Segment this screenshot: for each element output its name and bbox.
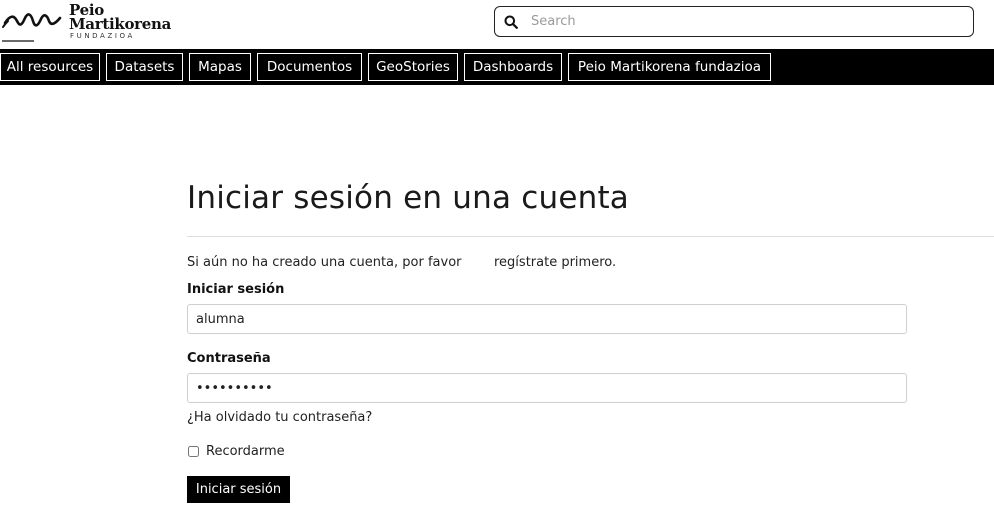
username-field[interactable] [187,304,907,334]
brand-logo[interactable]: Peio Martikorena FUNDAZIOA [0,1,172,43]
search-icon[interactable] [504,15,518,29]
nav-item-mapas[interactable]: Mapas [189,53,251,81]
signature-wave-icon [2,13,62,42]
title-divider [187,236,994,237]
search-input[interactable] [531,10,961,33]
nav-item-peio-martikorena-fundazioa[interactable]: Peio Martikorena fundazioa [568,53,771,81]
password-field[interactable] [187,373,907,403]
search-box [494,6,974,37]
site-header: Peio Martikorena FUNDAZIOA [0,0,994,48]
nav-item-all-resources[interactable]: All resources [0,53,100,81]
nav-item-documentos[interactable]: Documentos [257,53,362,81]
signup-intro-text: Si aún no ha creado una cuenta, por favo… [187,255,462,270]
nav-item-datasets[interactable]: Datasets [106,53,183,81]
nav-item-dashboards[interactable]: Dashboards [464,53,562,81]
page-title: Iniciar sesión en una cuenta [187,180,629,216]
nav-item-geostories[interactable]: GeoStories [368,53,458,81]
username-label: Iniciar sesión [187,282,285,297]
remember-me-checkbox[interactable] [188,446,199,457]
remember-me-label[interactable]: Recordarme [206,444,285,459]
brand-name-line2: Martikorena [69,15,172,33]
forgot-password-link[interactable]: ¿Ha olvidado tu contraseña? [187,410,372,425]
password-label: Contraseña [187,351,271,366]
login-submit-button[interactable]: Iniciar sesión [187,476,290,503]
main-navbar: All resources Datasets Mapas Documentos … [0,49,994,85]
signup-link[interactable]: regístrate primero. [494,255,616,270]
brand-subtitle: FUNDAZIOA [70,32,135,40]
